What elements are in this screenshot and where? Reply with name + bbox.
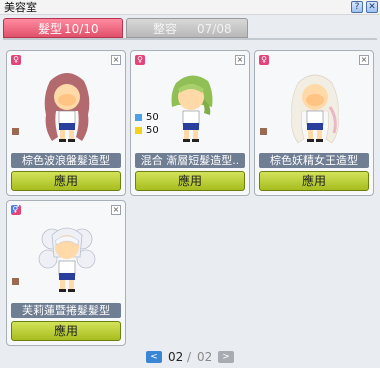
- hair-card-2[interactable]: ♀ × 50 50 混合 漸層短髮造型.. 應用: [130, 50, 250, 196]
- apply-button[interactable]: 應用: [11, 321, 121, 341]
- character-avatar: [44, 73, 90, 142]
- character-avatar: [291, 74, 339, 144]
- hair-name: 芙莉蓮暨捲髮髮型: [11, 303, 121, 318]
- delete-icon[interactable]: ×: [359, 55, 369, 65]
- character-avatar: [38, 227, 96, 292]
- mix-color-1: 50: [135, 112, 159, 123]
- female-icon: ♀: [259, 55, 269, 65]
- hair-card-3[interactable]: ♀ × 棕色妖精女王造型 應用: [254, 50, 374, 196]
- total-pages: 02: [197, 350, 213, 364]
- tab-face[interactable]: 整容 07/08: [126, 18, 248, 38]
- window-titlebar: 美容室 ? ✕: [0, 0, 380, 15]
- character-avatar: [171, 75, 213, 142]
- tab-face-count: 07/08: [197, 22, 232, 36]
- hair-name: 混合 漸層短髮造型..: [135, 153, 245, 168]
- page-separator: /: [187, 350, 192, 364]
- hair-card-1[interactable]: ♀ × 棕色波浪盤髮造型 應用: [6, 50, 126, 196]
- hair-name: 棕色妖精女王造型: [259, 153, 369, 168]
- female-icon: ♀: [11, 55, 21, 65]
- mix-color-2-value: 50: [146, 125, 159, 136]
- apply-button[interactable]: 應用: [11, 171, 121, 191]
- current-page: 02: [168, 350, 184, 364]
- mix-color-2: 50: [135, 125, 159, 136]
- female-icon: ♀: [135, 55, 145, 65]
- mix-color-1-value: 50: [146, 112, 159, 123]
- hair-color-swatch: [12, 278, 19, 285]
- window-close-button[interactable]: ✕: [366, 1, 378, 13]
- mix-color-1-swatch: [135, 113, 142, 121]
- tab-hairstyle-count: 10/10: [64, 22, 99, 36]
- hair-card-4[interactable]: ⚥ × 芙莉蓮暨捲髮髮型 應用: [6, 200, 126, 346]
- delete-icon[interactable]: ×: [111, 55, 121, 65]
- help-button[interactable]: ?: [351, 1, 363, 13]
- apply-button[interactable]: 應用: [135, 171, 245, 191]
- tab-face-label: 整容: [153, 22, 178, 36]
- delete-icon[interactable]: ×: [235, 55, 245, 65]
- hair-color-swatch: [260, 128, 267, 135]
- tab-hairstyle[interactable]: 髮型 10/10: [3, 18, 123, 38]
- next-page-button[interactable]: >: [218, 351, 234, 363]
- mix-color-2-swatch: [135, 126, 142, 134]
- hair-color-swatch: [12, 128, 19, 135]
- tab-underline: [3, 38, 377, 40]
- hair-name: 棕色波浪盤髮造型: [11, 153, 121, 168]
- window-title: 美容室: [4, 1, 37, 14]
- delete-icon[interactable]: ×: [111, 205, 121, 215]
- prev-page-button[interactable]: <: [146, 351, 162, 363]
- unisex-icon: ⚥: [11, 205, 21, 215]
- apply-button[interactable]: 應用: [259, 171, 369, 191]
- tab-hairstyle-label: 髮型: [38, 22, 63, 36]
- pagination: < 02 / 02 >: [0, 350, 380, 365]
